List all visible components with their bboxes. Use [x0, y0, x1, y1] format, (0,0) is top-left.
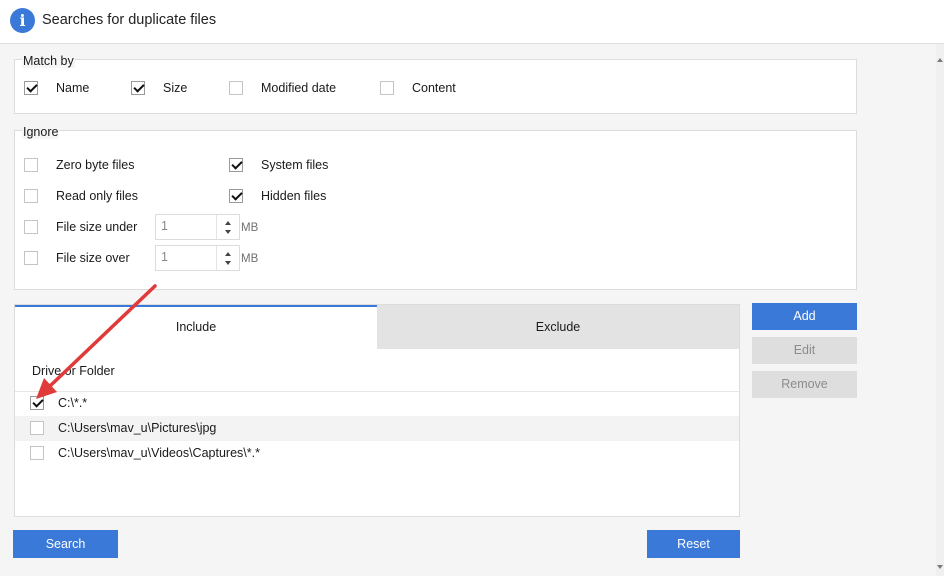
hidden-files-label: Hidden files: [261, 189, 327, 203]
decrement-icon[interactable]: [225, 230, 231, 234]
hidden-files-checkbox[interactable]: [229, 189, 243, 203]
folder-path: C:\*.*: [58, 396, 88, 410]
read-only-checkbox[interactable]: [24, 189, 38, 203]
edit-button[interactable]: Edit: [752, 337, 857, 364]
match-size-label: Size: [163, 81, 188, 95]
match-by-legend: Match by: [22, 54, 75, 68]
folder-row[interactable]: C:\Users\mav_u\Pictures\jpg: [15, 416, 739, 441]
system-files-label: System files: [261, 158, 329, 172]
scroll-down-icon[interactable]: [937, 565, 943, 569]
info-icon: i: [10, 8, 35, 33]
size-under-unit: MB: [241, 222, 259, 234]
folder-row-checkbox[interactable]: [30, 396, 44, 410]
read-only-label: Read only files: [56, 189, 138, 203]
ignore-group: [14, 130, 857, 290]
match-content-checkbox[interactable]: [380, 81, 394, 95]
remove-button[interactable]: Remove: [752, 371, 857, 398]
folder-row[interactable]: C:\*.*: [15, 391, 739, 416]
match-modified-date-checkbox[interactable]: [229, 81, 243, 95]
size-under-stepper[interactable]: 1: [155, 214, 240, 240]
tab-exclude[interactable]: Exclude: [377, 305, 739, 349]
match-name-label: Name: [56, 81, 90, 95]
decrement-icon[interactable]: [225, 261, 231, 265]
folder-column-header: Drive or Folder: [15, 349, 739, 392]
scroll-up-icon[interactable]: [937, 58, 943, 62]
folder-row-checkbox[interactable]: [30, 421, 44, 435]
increment-icon[interactable]: [225, 252, 231, 256]
zero-byte-label: Zero byte files: [56, 158, 135, 172]
title-bar: i Searches for duplicate files: [0, 0, 944, 44]
size-over-checkbox[interactable]: [24, 251, 38, 265]
size-under-value[interactable]: 1: [161, 219, 168, 233]
size-under-checkbox[interactable]: [24, 220, 38, 234]
reset-button[interactable]: Reset: [647, 530, 740, 558]
search-button[interactable]: Search: [13, 530, 118, 558]
match-modified-date-label: Modified date: [261, 81, 337, 95]
match-size-checkbox[interactable]: [131, 81, 145, 95]
increment-icon[interactable]: [225, 221, 231, 225]
ignore-legend: Ignore: [22, 125, 60, 139]
match-content-label: Content: [412, 81, 456, 95]
include-exclude-panel: Include Exclude Drive or Folder C:\*.* C…: [14, 304, 740, 517]
stepper-arrows[interactable]: [216, 215, 240, 239]
size-over-stepper[interactable]: 1: [155, 245, 240, 271]
folder-path: C:\Users\mav_u\Pictures\jpg: [58, 421, 217, 435]
folder-row[interactable]: C:\Users\mav_u\Videos\Captures\*.*: [15, 441, 739, 466]
size-over-value[interactable]: 1: [161, 250, 168, 264]
zero-byte-checkbox[interactable]: [24, 158, 38, 172]
size-over-label: File size over: [56, 251, 130, 265]
system-files-checkbox[interactable]: [229, 158, 243, 172]
folder-path: C:\Users\mav_u\Videos\Captures\*.*: [58, 446, 260, 460]
vertical-scrollbar[interactable]: [936, 44, 944, 576]
stepper-arrows[interactable]: [216, 246, 240, 270]
size-over-unit: MB: [241, 253, 259, 265]
size-under-label: File size under: [56, 220, 138, 234]
folder-row-checkbox[interactable]: [30, 446, 44, 460]
tab-include[interactable]: Include: [15, 305, 377, 349]
match-name-checkbox[interactable]: [24, 81, 38, 95]
dialog-title: Searches for duplicate files: [42, 12, 217, 28]
add-button[interactable]: Add: [752, 303, 857, 330]
folder-column-label: Drive or Folder: [32, 364, 115, 378]
